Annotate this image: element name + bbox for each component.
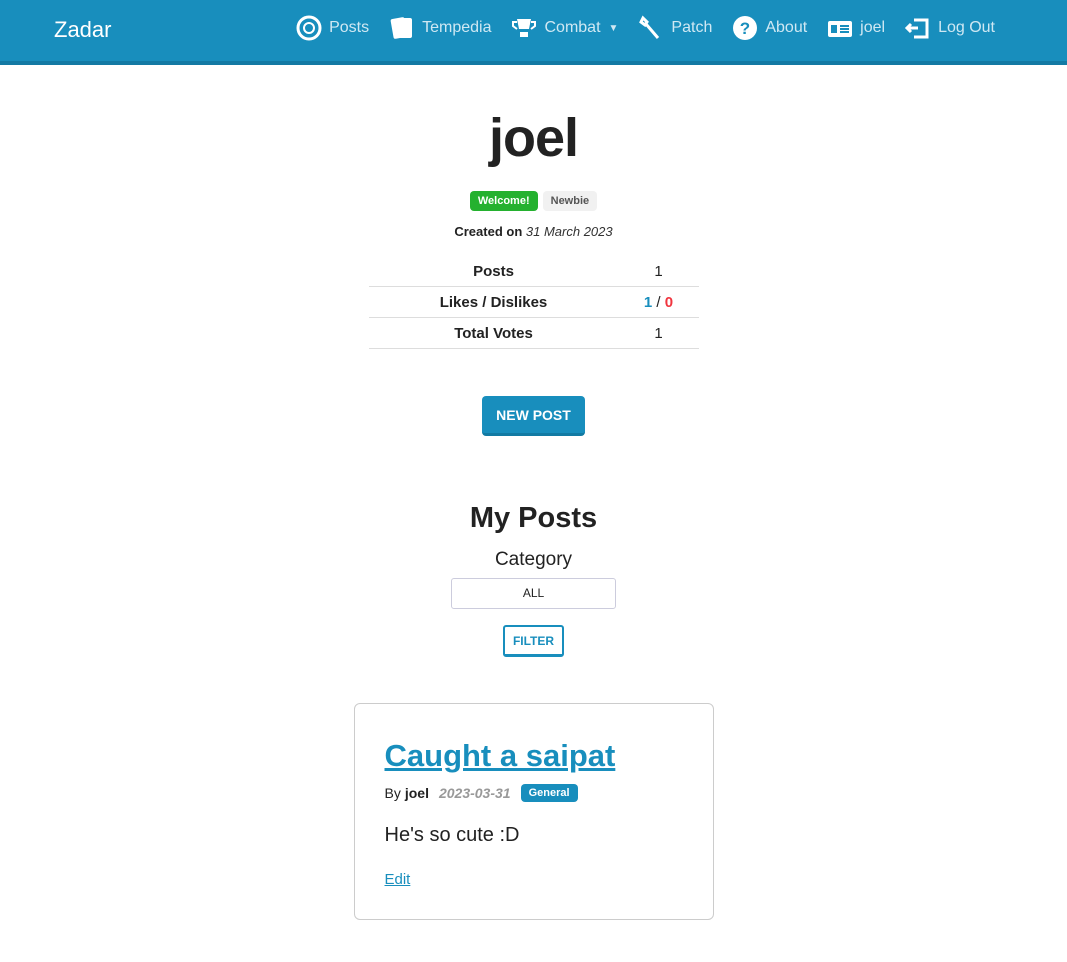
created-date: Created on 31 March 2023 — [454, 224, 613, 239]
question-icon: ? — [733, 16, 758, 40]
brand-link[interactable]: Zadar — [54, 17, 111, 43]
my-posts-heading: My Posts — [469, 502, 598, 534]
navbar: Zadar Posts Tempedia Combat ▼ Patch ? Abou… — [0, 0, 1067, 65]
badge-newbie: Newbie — [542, 191, 598, 211]
svg-text:?: ? — [740, 19, 750, 38]
wrench-icon — [639, 15, 660, 39]
stats-row: Total Votes 1 — [368, 317, 699, 349]
cards-icon — [390, 17, 413, 39]
nav-tempedia[interactable]: Tempedia — [388, 14, 491, 42]
post-body: He's so cute :D — [384, 824, 520, 846]
stats-table: Posts 1 Likes / Dislikes 1 / 0 Total Votes… — [368, 257, 699, 349]
coin-icon — [296, 15, 322, 41]
category-badge: General — [520, 784, 578, 802]
post-author: joel — [404, 785, 429, 801]
edit-link[interactable]: Edit — [385, 871, 411, 888]
stats-row: Likes / Dislikes 1 / 0 — [368, 286, 699, 318]
nav-posts[interactable]: Posts — [295, 14, 369, 42]
post-date: 2023-03-31 — [438, 785, 511, 801]
trophy-icon — [512, 19, 537, 37]
new-post-button[interactable]: NEW POST — [482, 396, 585, 436]
likes-count: 1 — [643, 293, 653, 311]
nav-combat-dropdown[interactable]: Combat ▼ — [510, 14, 618, 42]
nav-about[interactable]: ? About — [731, 14, 807, 42]
chevron-down-icon: ▼ — [608, 22, 619, 34]
stats-row: Posts 1 — [368, 257, 699, 287]
logout-icon — [904, 18, 929, 39]
id-card-icon — [828, 21, 853, 37]
badge-welcome: Welcome! — [469, 191, 538, 211]
post-card: Caught a saipat By joel 2023-03-31 Gener… — [353, 703, 714, 920]
filter-button[interactable]: FILTER — [502, 625, 565, 657]
nav-logout[interactable]: Log Out — [904, 14, 995, 42]
post-title-link[interactable]: Caught a saipat — [385, 738, 616, 773]
profile-username: joel — [488, 108, 579, 168]
nav-profile[interactable]: joel — [826, 14, 885, 42]
category-label: Category — [494, 549, 573, 570]
category-select[interactable]: ALL — [451, 578, 616, 609]
dislikes-count: 0 — [664, 293, 674, 311]
nav-patch[interactable]: Patch — [637, 14, 712, 42]
